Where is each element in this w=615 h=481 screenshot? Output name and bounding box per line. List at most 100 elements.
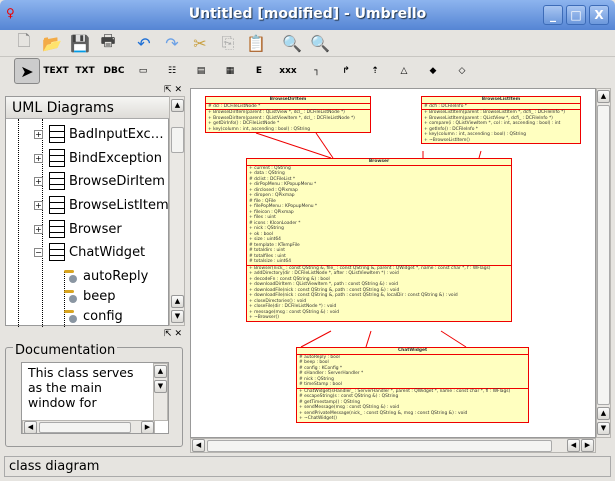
diagram-canvas[interactable]: BrowseDirItem # dcl : DCFileListNode * + B…: [190, 88, 596, 438]
class-box-browser[interactable]: Browser + current : QString + data : QStri…: [246, 158, 512, 322]
expand-toggle-icon[interactable]: −: [34, 247, 43, 257]
paste-icon: 📋: [246, 33, 266, 53]
association-line: [440, 330, 467, 348]
composition-tool[interactable]: ◆: [420, 58, 446, 84]
tree-item[interactable]: + BrowseListItem: [34, 194, 169, 216]
title-bar: ♀ Untitled [modified] - Umbrello _ □ X: [0, 0, 615, 30]
zoom-button[interactable]: 🔍: [280, 31, 304, 55]
tree-item[interactable]: config: [62, 305, 123, 327]
package-tool[interactable]: xxx: [275, 58, 301, 84]
attributes-section: # autoReply : bool # beep : bool # config …: [297, 355, 528, 389]
zoom-100-icon: 🔍: [310, 33, 330, 53]
association-line: [365, 330, 372, 348]
tree-item-label: BadInputExc…: [69, 126, 164, 142]
tree-scrollbar[interactable]: ▲ ▲ ▼: [169, 96, 185, 326]
expand-toggle-icon[interactable]: +: [34, 176, 43, 186]
scroll-up-button[interactable]: ▲: [597, 90, 610, 103]
expand-toggle-icon[interactable]: +: [34, 224, 43, 234]
aggregation-tool[interactable]: ◇: [449, 58, 475, 84]
enum-tool[interactable]: E: [246, 58, 272, 84]
scroll-up-button[interactable]: ▲: [171, 99, 184, 112]
scroll-up-button[interactable]: ▲: [154, 365, 167, 378]
tree-item-label: beep: [83, 288, 116, 304]
tree-header[interactable]: UML Diagrams: [6, 97, 169, 119]
class-box-browselist[interactable]: BrowseListItem # dcfi : DCFileInfo * + Bro…: [421, 96, 581, 144]
scroll-left-button[interactable]: ◀: [567, 439, 580, 452]
attributes-section: + current : QString + data : QString # dcl…: [247, 166, 511, 266]
new-button[interactable]: 🗋: [12, 31, 36, 55]
tree-item[interactable]: − ChatWidget: [34, 241, 145, 263]
canvas-vscrollbar[interactable]: ▲ ▲ ▼: [596, 88, 611, 438]
operations-section: + ChatWidget(sHandler_ : ServerHandler *…: [297, 389, 528, 422]
open-button[interactable]: 📂: [40, 31, 64, 55]
scroll-up-button[interactable]: ▲: [597, 407, 610, 420]
expand-toggle-icon[interactable]: +: [34, 153, 43, 163]
note-tool[interactable]: TXT: [72, 58, 98, 84]
minimize-button[interactable]: _: [543, 5, 563, 25]
class-icon: [49, 220, 65, 238]
directional-association-tool[interactable]: ↱: [333, 58, 359, 84]
scroll-down-button[interactable]: ▼: [154, 380, 167, 393]
tree-item[interactable]: + Browser: [34, 218, 122, 240]
paste-button[interactable]: 📋: [244, 31, 268, 55]
copy-button[interactable]: ⎘: [216, 31, 240, 55]
operations-section: + Browser(nick_ : const QString &, file_…: [247, 266, 511, 321]
expand-toggle-icon[interactable]: +: [34, 200, 43, 210]
operations-section: + BrowseListItem(parent : BrowseListItem…: [422, 110, 580, 143]
dock-float-close-icon[interactable]: ⇱ ✕: [3, 86, 186, 95]
doc-vscrollbar[interactable]: ▲ ▼: [153, 363, 168, 421]
scroll-up-button[interactable]: ▲: [171, 295, 184, 308]
tree-item[interactable]: + BindException: [34, 147, 162, 169]
operation: + BrowseDirItem(parent : QListView *, dc…: [208, 110, 345, 115]
attribute: # totalsize : uint64: [249, 259, 291, 264]
scroll-thumb[interactable]: [171, 127, 184, 153]
undo-button[interactable]: ↶: [132, 31, 156, 55]
expand-toggle-icon[interactable]: +: [34, 129, 43, 139]
scroll-down-button[interactable]: ▼: [597, 422, 610, 435]
dependency-icon: ⇡: [371, 66, 379, 76]
scroll-thumb[interactable]: [39, 422, 131, 433]
doc-hscrollbar[interactable]: ◀ ▶: [22, 420, 155, 433]
scroll-down-button[interactable]: ▼: [171, 310, 184, 323]
scroll-thumb[interactable]: [207, 440, 552, 452]
documentation-textarea[interactable]: This class serves as the main window for…: [21, 362, 169, 434]
select-arrow-tool[interactable]: ➤: [14, 58, 40, 84]
dock-float-close-icon[interactable]: ⇱ ✕: [3, 330, 186, 339]
zoom-100-button[interactable]: 🔍: [308, 31, 332, 55]
association-tool[interactable]: ┐: [304, 58, 330, 84]
box-tool[interactable]: ▭: [130, 58, 156, 84]
copy-icon: ⎘: [221, 33, 235, 52]
datatype-tool[interactable]: ▦: [217, 58, 243, 84]
attribute-icon: [62, 268, 80, 284]
class-tool[interactable]: ☷: [159, 58, 185, 84]
scroll-left-button[interactable]: ◀: [24, 421, 37, 433]
dependency-tool[interactable]: ⇡: [362, 58, 388, 84]
tree-line: [18, 119, 19, 327]
class-box-browsedir[interactable]: BrowseDirItem # dcl : DCFileListNode * + B…: [205, 96, 371, 133]
dbc-icon: DBC: [103, 66, 125, 76]
tree-item[interactable]: + BrowseDirItem: [34, 170, 165, 192]
canvas-hscrollbar[interactable]: ◀ ◀ ▶: [190, 438, 596, 453]
generalization-tool[interactable]: △: [391, 58, 417, 84]
save-button[interactable]: 💾: [68, 31, 92, 55]
datatype-icon: ▦: [225, 66, 235, 76]
dbc-tool[interactable]: DBC: [101, 58, 127, 84]
zoom-icon: 🔍: [282, 33, 302, 53]
cut-button[interactable]: ✂: [188, 31, 212, 55]
tree-item[interactable]: autoReply: [62, 265, 148, 287]
main-toolbar: 🗋 📂 💾 🖶 ↶ ↷ ✂ ⎘ 📋 🔍 🔍: [0, 30, 615, 56]
tree-item[interactable]: + BadInputExc…: [34, 123, 164, 145]
redo-button[interactable]: ↷: [160, 31, 184, 55]
scroll-right-button[interactable]: ▶: [141, 421, 154, 433]
tree-item[interactable]: beep: [62, 285, 116, 307]
maximize-button[interactable]: □: [566, 5, 586, 25]
scroll-left-button[interactable]: ◀: [192, 439, 205, 452]
text-tool[interactable]: TEXT: [43, 58, 69, 84]
print-button[interactable]: 🖶: [96, 31, 120, 55]
interface-tool[interactable]: ▤: [188, 58, 214, 84]
close-button[interactable]: X: [589, 5, 609, 25]
class-box-chatwidget[interactable]: ChatWidget # autoReply : bool # beep : boo…: [296, 347, 529, 423]
toolbar-divider: [0, 56, 615, 57]
scroll-thumb[interactable]: [597, 105, 610, 405]
scroll-right-button[interactable]: ▶: [581, 439, 594, 452]
